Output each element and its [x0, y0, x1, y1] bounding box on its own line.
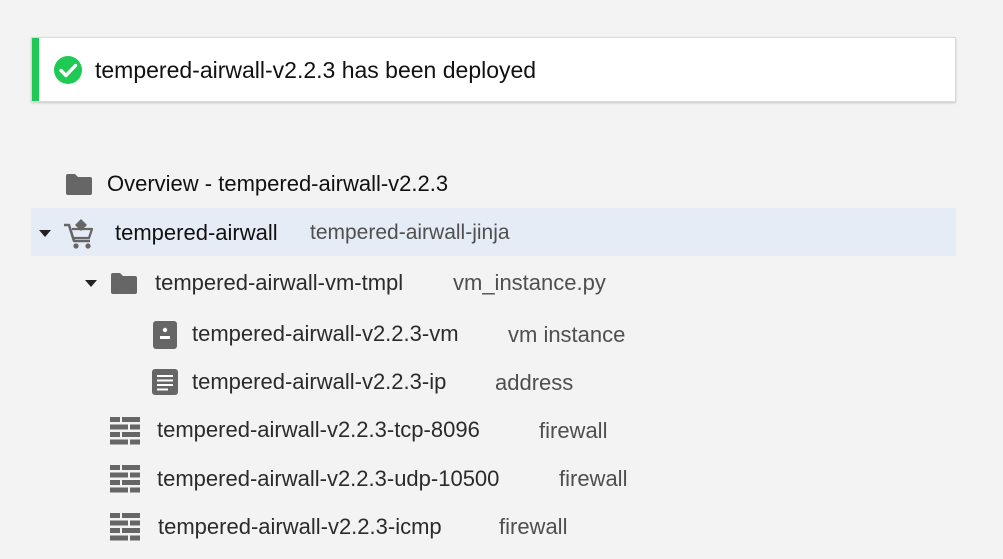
resource-name[interactable]: tempered-airwall-v2.2.3-tcp-8096 [157, 416, 480, 444]
firewall-icon [110, 513, 140, 541]
folder-icon [111, 273, 137, 294]
marketplace-cart-icon [64, 219, 94, 249]
banner-message: tempered-airwall-v2.2.3 has been deploye… [95, 57, 537, 83]
tree-item-resource[interactable]: tempered-airwall-v2.2.3-ip address [0, 358, 1003, 406]
template-name[interactable]: tempered-airwall-vm-tmpl [155, 269, 403, 297]
resource-type: firewall [539, 418, 608, 443]
deployment-type: tempered-airwall-jinja [310, 221, 510, 244]
tree-item-resource[interactable]: tempered-airwall-v2.2.3-udp-10500 firewa… [0, 454, 1003, 502]
tree-item-resource[interactable]: tempered-airwall-v2.2.3-tcp-8096 firewal… [0, 406, 1003, 454]
deployment-success-banner: tempered-airwall-v2.2.3 has been deploye… [31, 37, 956, 102]
resource-name[interactable]: tempered-airwall-v2.2.3-ip [192, 368, 446, 396]
vm-instance-icon [153, 321, 177, 349]
banner-accent-bar [32, 38, 39, 101]
expand-caret-icon[interactable] [85, 280, 97, 287]
expand-caret-icon[interactable] [39, 230, 51, 237]
firewall-icon [110, 465, 140, 493]
tree-item-deployment[interactable]: tempered-airwall tempered-airwall-jinja [31, 208, 956, 256]
overview-link[interactable]: Overview - tempered-airwall-v2.2.3 [107, 170, 448, 198]
tree-item-overview[interactable]: Overview - tempered-airwall-v2.2.3 [0, 160, 1003, 208]
resource-name[interactable]: tempered-airwall-v2.2.3-udp-10500 [157, 465, 499, 493]
resource-type: vm instance [508, 322, 626, 347]
check-circle-icon [54, 56, 82, 84]
resource-type: firewall [499, 514, 568, 539]
resource-type: firewall [559, 466, 628, 491]
resource-type: address [495, 370, 574, 395]
deployment-name[interactable]: tempered-airwall [115, 219, 278, 247]
template-type: vm_instance.py [453, 270, 606, 295]
resource-name[interactable]: tempered-airwall-v2.2.3-icmp [158, 513, 442, 541]
tree-item-template[interactable]: tempered-airwall-vm-tmpl vm_instance.py [0, 260, 1003, 308]
tree-item-resource[interactable]: tempered-airwall-v2.2.3-icmp firewall [0, 502, 1003, 550]
address-icon [152, 369, 178, 395]
resource-name[interactable]: tempered-airwall-v2.2.3-vm [192, 320, 459, 348]
folder-icon [66, 174, 92, 195]
tree-item-resource[interactable]: tempered-airwall-v2.2.3-vm vm instance [0, 311, 1003, 359]
firewall-icon [110, 417, 140, 445]
